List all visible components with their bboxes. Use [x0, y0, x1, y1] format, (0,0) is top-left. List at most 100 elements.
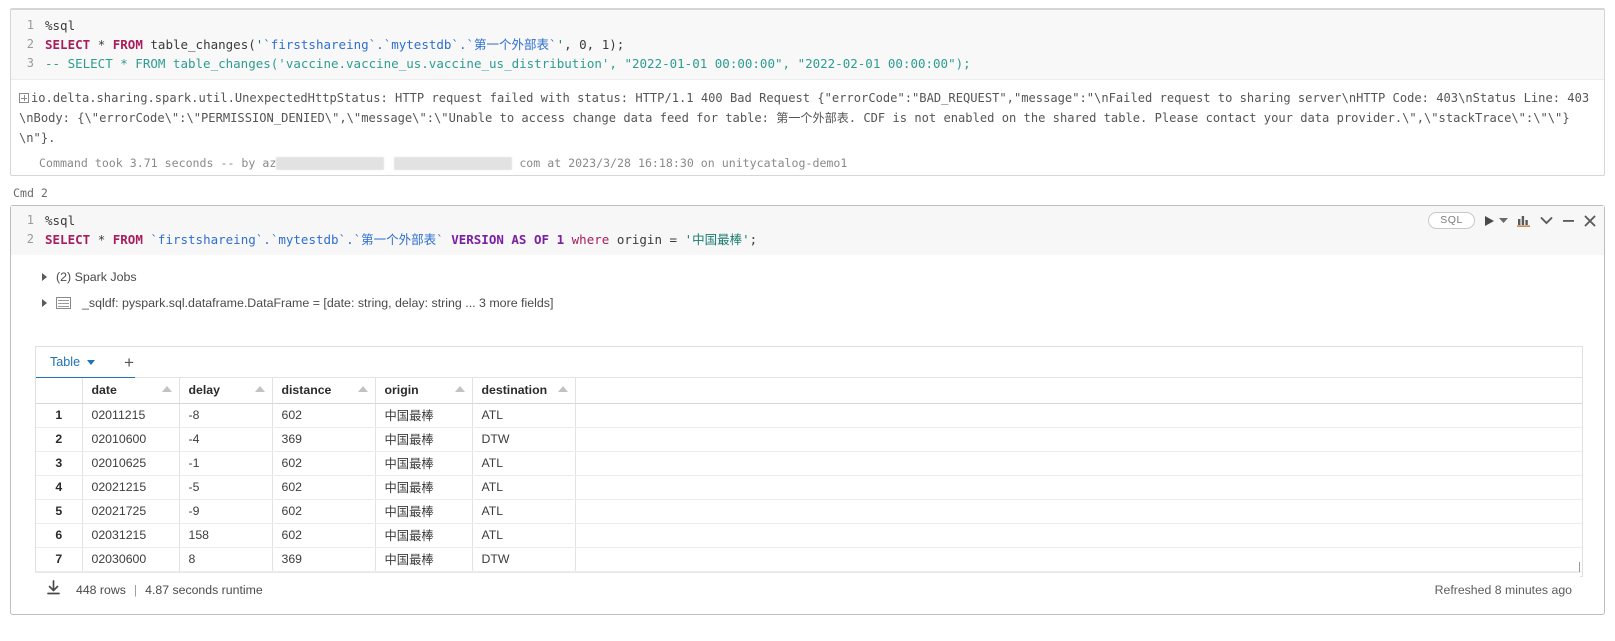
- sql-identifier: `第一个外部表`: [353, 232, 444, 247]
- sql-dot: .: [346, 232, 354, 247]
- notebook-cell-1[interactable]: 1 %sql 2 SELECT * FROM table_changes(' `f…: [10, 8, 1605, 176]
- expand-caret-icon[interactable]: [42, 273, 47, 281]
- cell-1-code-editor[interactable]: 1 %sql 2 SELECT * FROM table_changes(' `f…: [11, 10, 1604, 80]
- code-line: 3 -- SELECT * FROM table_changes('vaccin…: [11, 54, 1604, 73]
- add-visualization-button[interactable]: +: [124, 354, 134, 371]
- cell-destination: DTW: [472, 427, 576, 452]
- row-index: 4: [36, 475, 83, 500]
- sql-version-clause: VERSION AS OF: [451, 232, 550, 247]
- sql-quote: ': [556, 37, 565, 52]
- cell-filler: [575, 523, 1582, 548]
- sort-arrow-icon[interactable]: [357, 386, 368, 392]
- cell-1-error-output: io.delta.sharing.spark.util.UnexpectedHt…: [11, 80, 1604, 152]
- cell-delay: -5: [179, 475, 273, 500]
- results-table: date delay distance origin destination 1…: [36, 378, 1582, 572]
- cell-2-code-editor[interactable]: 1 %sql 2 SELECT * FROM `firstshareing`.`…: [11, 206, 1604, 255]
- line-number: 2: [26, 232, 34, 246]
- sort-arrow-icon[interactable]: [557, 386, 568, 392]
- cell-origin: 中国最棒: [375, 523, 473, 548]
- chevron-down-icon[interactable]: [1540, 216, 1553, 225]
- cell-destination: ATL: [472, 499, 576, 524]
- table-header-row: date delay distance origin destination: [36, 378, 1582, 404]
- sort-arrow-icon[interactable]: [161, 386, 172, 392]
- row-index: 7: [36, 547, 83, 572]
- spark-jobs-row[interactable]: (2) Spark Jobs: [11, 266, 1604, 288]
- cell-date: 02030600: [82, 547, 180, 572]
- cell-delay: -8: [179, 403, 273, 428]
- cell-delay: -1: [179, 451, 273, 476]
- sql-dot: .: [376, 37, 384, 52]
- table-row[interactable]: 4 02021215 -5 602 中国最棒 ATL: [36, 475, 1582, 500]
- cell-filler: [575, 475, 1582, 500]
- chevron-down-icon[interactable]: [87, 359, 96, 365]
- line-number: 1: [26, 213, 34, 227]
- sql-where: where: [571, 232, 610, 247]
- column-header-delay[interactable]: delay: [179, 378, 273, 404]
- results-pane: Table + date delay distance origin desti…: [35, 346, 1583, 577]
- table-row[interactable]: 2 02010600 -4 369 中国最棒 DTW: [36, 427, 1582, 452]
- sql-keyword: SELECT: [45, 37, 91, 52]
- code-line: 2 SELECT * FROM table_changes(' `firstsha…: [11, 35, 1604, 54]
- cell-destination: ATL: [472, 403, 576, 428]
- table-row[interactable]: 5 02021725 -9 602 中国最棒 ATL: [36, 499, 1582, 524]
- cell-distance: 602: [272, 403, 376, 428]
- cell-distance: 602: [272, 523, 376, 548]
- tab-table[interactable]: Table: [50, 347, 96, 378]
- row-count-label: 448 rows: [76, 582, 126, 597]
- footer-separator: |: [133, 582, 138, 597]
- column-header-rownum: [36, 378, 83, 404]
- line-number: 1: [26, 18, 34, 32]
- sql-identifier: `第一个外部表`: [466, 37, 557, 52]
- row-index: 5: [36, 499, 83, 524]
- column-header-destination[interactable]: destination: [472, 378, 576, 404]
- column-header-filler: [575, 378, 1582, 404]
- sql-semicolon: ;: [749, 232, 758, 247]
- cell-delay: 8: [179, 547, 273, 572]
- play-icon[interactable]: [1484, 215, 1495, 227]
- cell-date: 02010625: [82, 451, 180, 476]
- sort-arrow-icon[interactable]: [454, 386, 465, 392]
- notebook-cell-2[interactable]: SQL 1 %sql 2 SELECT * FROM `firstsharein…: [10, 205, 1605, 615]
- expand-plus-icon[interactable]: [19, 93, 29, 103]
- cell-destination: DTW: [472, 547, 576, 572]
- magic-token: %sql: [45, 213, 76, 228]
- sort-arrow-icon[interactable]: [254, 386, 265, 392]
- sql-args: , 0, 1);: [564, 37, 625, 52]
- table-row[interactable]: 3 02010625 -1 602 中国最棒 ATL: [36, 451, 1582, 476]
- column-header-origin[interactable]: origin: [375, 378, 473, 404]
- sql-keyword: FROM: [112, 232, 143, 247]
- caret-down-icon[interactable]: [1499, 217, 1508, 224]
- table-row[interactable]: 7 02030600 8 369 中国最棒 DTW: [36, 547, 1582, 572]
- dataframe-row[interactable]: _sqldf: pyspark.sql.dataframe.DataFrame …: [11, 292, 1604, 314]
- table-row[interactable]: 6 02031215 158 602 中国最棒 ATL: [36, 523, 1582, 548]
- code-text: SELECT * FROM `firstshareing`.`mytestdb`…: [45, 230, 1604, 249]
- status-suffix: com at 2023/3/28 16:18:30 on unitycatalo…: [519, 156, 848, 170]
- column-header-distance[interactable]: distance: [272, 378, 376, 404]
- row-index: 3: [36, 451, 83, 476]
- table-row[interactable]: 1 02011215 -8 602 中国最棒 ATL: [36, 403, 1582, 428]
- sql-string-literal: '中国最棒': [684, 232, 750, 247]
- download-icon[interactable]: [45, 579, 62, 601]
- sql-star: *: [97, 232, 106, 247]
- cell-distance: 369: [272, 547, 376, 572]
- results-grid-scroll[interactable]: date delay distance origin destination 1…: [36, 378, 1582, 576]
- redacted-user-2: [394, 157, 513, 170]
- language-badge[interactable]: SQL: [1428, 212, 1475, 229]
- sql-column: origin: [616, 232, 662, 247]
- code-line: 1 %sql: [11, 211, 1604, 230]
- close-icon[interactable]: [1584, 215, 1596, 227]
- results-tabbar: Table +: [36, 347, 1582, 379]
- sql-operator: =: [669, 232, 678, 247]
- sql-identifier: `mytestdb`: [270, 232, 347, 247]
- column-header-date[interactable]: date: [82, 378, 180, 404]
- column-header-label: distance: [281, 383, 332, 398]
- cell-delay: -9: [179, 499, 273, 524]
- bar-chart-icon[interactable]: [1517, 214, 1531, 227]
- minimize-icon[interactable]: [1562, 216, 1575, 225]
- column-header-label: origin: [384, 383, 419, 398]
- cell-date: 02010600: [82, 427, 180, 452]
- code-text: SELECT * FROM table_changes(' `firstshare…: [45, 35, 1604, 54]
- sql-identifier: `mytestdb`: [383, 37, 459, 52]
- cell-origin: 中国最棒: [375, 475, 473, 500]
- expand-caret-icon[interactable]: [42, 299, 47, 307]
